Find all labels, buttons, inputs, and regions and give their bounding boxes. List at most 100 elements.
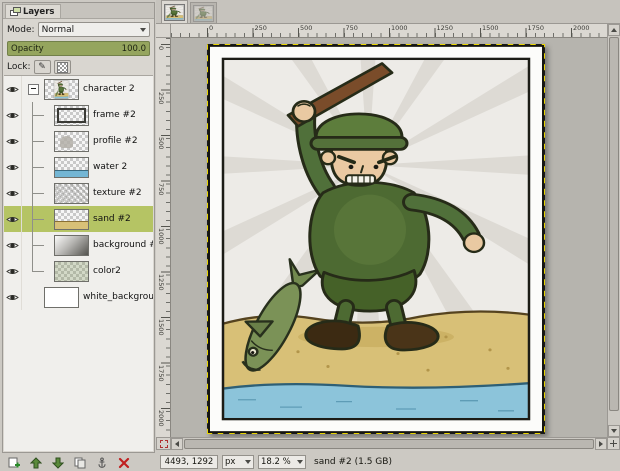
delete-layer-button[interactable] xyxy=(116,456,132,470)
ruler-label: 1000 xyxy=(391,24,408,32)
layer-thumbnail xyxy=(54,183,89,204)
visibility-toggle[interactable] xyxy=(4,284,22,310)
image-tab-1[interactable] xyxy=(161,0,188,23)
layer-name: texture #2 xyxy=(93,188,142,198)
layer-row-water-2[interactable]: water 2 xyxy=(4,154,153,180)
layer-name: background #2 xyxy=(93,240,153,250)
ruler-label: 1750 xyxy=(157,365,165,382)
eye-icon xyxy=(6,85,19,94)
tree-line xyxy=(22,206,54,232)
triangle-left-icon xyxy=(172,441,179,447)
ruler-label: 250 xyxy=(157,92,165,104)
layer-row-character-2[interactable]: character 2 xyxy=(4,76,153,102)
tree-line xyxy=(22,180,54,206)
layers-panel: Layers Mode: Normal Opacity 100.0 Lock: … xyxy=(2,2,155,453)
mode-value: Normal xyxy=(42,25,75,35)
navigation-button[interactable] xyxy=(607,437,620,450)
visibility-toggle[interactable] xyxy=(4,154,22,180)
lock-alpha-button[interactable] xyxy=(54,60,71,74)
scroll-right-button[interactable] xyxy=(595,438,607,450)
tab-thumbnail xyxy=(164,4,185,21)
layers-dialog-buttons xyxy=(6,455,154,470)
layer-thumbnail xyxy=(54,235,89,256)
layer-row-texture-2[interactable]: texture #2 xyxy=(4,180,153,206)
eye-icon xyxy=(6,163,19,172)
canvas-viewport[interactable] xyxy=(171,38,607,437)
vertical-scrollbar-thumb[interactable] xyxy=(609,37,619,411)
brush-icon: ✎ xyxy=(38,62,46,72)
ruler-label: 500 xyxy=(157,137,165,149)
delete-x-icon xyxy=(118,457,130,469)
visibility-toggle[interactable] xyxy=(4,180,22,206)
tree-line xyxy=(22,232,54,258)
chevron-down-icon xyxy=(245,460,251,467)
image-tab-2[interactable] xyxy=(190,2,217,23)
layer-name: color2 xyxy=(93,266,121,276)
layer-row-profile-2[interactable]: profile #2 xyxy=(4,128,153,154)
lock-pixels-button[interactable]: ✎ xyxy=(34,60,51,74)
layer-row-sand-2[interactable]: sand #2 xyxy=(4,206,153,232)
visibility-toggle[interactable] xyxy=(4,258,22,284)
vertical-scrollbar[interactable] xyxy=(607,24,620,437)
ruler-label: 2000 xyxy=(573,24,590,32)
alpha-checker-icon xyxy=(57,62,68,73)
eye-icon xyxy=(6,215,19,224)
tab-layers[interactable]: Layers xyxy=(5,4,61,18)
layer-thumbnail xyxy=(44,287,79,308)
layer-row-background-2[interactable]: background #2 xyxy=(4,232,153,258)
eye-icon xyxy=(6,267,19,276)
mode-select[interactable]: Normal xyxy=(38,22,150,37)
lower-layer-button[interactable] xyxy=(50,456,66,470)
scroll-up-button[interactable] xyxy=(608,24,620,36)
gimp-window: Layers Mode: Normal Opacity 100.0 Lock: … xyxy=(0,0,620,471)
ruler-label: 0 xyxy=(157,46,165,50)
duplicate-layer-button[interactable] xyxy=(72,456,88,470)
ruler-corner xyxy=(156,24,171,38)
eye-icon xyxy=(6,241,19,250)
new-layer-button[interactable] xyxy=(6,456,22,470)
layer-name: profile #2 xyxy=(93,136,138,146)
unit-select[interactable]: px xyxy=(222,455,254,469)
scroll-down-button[interactable] xyxy=(608,425,620,437)
ruler-label: 1750 xyxy=(528,24,545,32)
visibility-toggle[interactable] xyxy=(4,76,22,102)
triangle-right-icon xyxy=(599,441,606,447)
ruler-label: 750 xyxy=(157,183,165,195)
layer-row-white-background[interactable]: white_background xyxy=(4,284,153,310)
tree-line xyxy=(22,102,54,128)
eye-icon xyxy=(6,189,19,198)
layer-name: white_background xyxy=(83,292,153,302)
visibility-toggle[interactable] xyxy=(4,206,22,232)
scroll-left-button[interactable] xyxy=(171,438,183,450)
visibility-toggle[interactable] xyxy=(4,102,22,128)
ruler-label: 1500 xyxy=(482,24,499,32)
opacity-label: Opacity xyxy=(11,44,44,54)
layer-row-frame-2[interactable]: frame #2 xyxy=(4,102,153,128)
ruler-label: 1000 xyxy=(157,228,165,245)
visibility-toggle[interactable] xyxy=(4,232,22,258)
status-bar: 4493, 1292 px 18.2 % sand #2 (1.5 GB) xyxy=(157,452,620,471)
opacity-slider[interactable]: Opacity 100.0 xyxy=(7,41,150,56)
canvas-image[interactable] xyxy=(208,45,544,433)
layer-thumbnail xyxy=(54,105,89,126)
status-message: sand #2 (1.5 GB) xyxy=(314,457,392,467)
triangle-up-icon xyxy=(611,25,617,32)
eye-icon xyxy=(6,293,19,302)
group-expander[interactable] xyxy=(22,84,44,95)
visibility-toggle[interactable] xyxy=(4,128,22,154)
tree-line xyxy=(22,128,54,154)
anchor-layer-button[interactable] xyxy=(94,456,110,470)
opacity-value: 100.0 xyxy=(122,44,146,54)
horizontal-scrollbar[interactable] xyxy=(171,437,607,450)
layer-row-color2[interactable]: color2 xyxy=(4,258,153,284)
zoom-select[interactable]: 18.2 % xyxy=(258,455,306,469)
ruler-vertical[interactable]: 025050075010001250150017502000 xyxy=(156,38,171,437)
eye-icon xyxy=(6,111,19,120)
ruler-horizontal[interactable]: 025050075010001250150017502000 xyxy=(171,24,607,38)
raise-layer-button[interactable] xyxy=(28,456,44,470)
layer-boundary-dashes xyxy=(207,44,545,434)
quickmask-icon xyxy=(160,440,168,448)
horizontal-scrollbar-thumb[interactable] xyxy=(184,439,594,449)
quickmask-toggle-button[interactable] xyxy=(156,437,171,450)
mode-label: Mode: xyxy=(7,25,35,35)
